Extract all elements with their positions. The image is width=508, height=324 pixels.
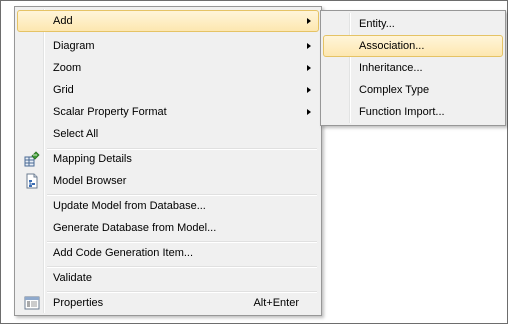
menu-item-generate-database-from-model[interactable]: Generate Database from Model... <box>17 217 319 239</box>
menu-item-select-all[interactable]: Select All <box>17 123 319 145</box>
submenu-arrow-icon <box>307 18 311 24</box>
menu-item-label: Validate <box>53 272 92 284</box>
submenu-arrow-icon <box>307 43 311 49</box>
menu-item-label: Scalar Property Format <box>53 106 167 118</box>
mapping-details-icon <box>24 151 40 167</box>
submenu-item-complex-type[interactable]: Complex Type <box>323 79 503 101</box>
menu-item-label: Properties <box>53 297 104 309</box>
submenu-item-association[interactable]: Association... <box>323 35 503 57</box>
submenu-arrow-icon <box>307 109 311 115</box>
menu-item-label: Grid <box>53 84 74 96</box>
properties-icon <box>24 295 40 311</box>
menu-item-validate[interactable]: Validate <box>17 267 319 289</box>
menu-item-label: Association... <box>359 40 425 52</box>
menu-item-label: Select All <box>53 128 99 140</box>
submenu-item-inheritance[interactable]: Inheritance... <box>323 57 503 79</box>
submenu-arrow-icon <box>307 65 311 71</box>
menu-item-add[interactable]: Add <box>17 10 319 32</box>
model-browser-icon <box>24 173 40 189</box>
menu-item-zoom[interactable]: Zoom <box>17 57 319 79</box>
menu-item-model-browser[interactable]: Model Browser <box>17 170 319 192</box>
menu-item-label: Function Import... <box>359 106 445 118</box>
menu-item-label: Diagram <box>53 40 95 52</box>
submenu-item-function-import[interactable]: Function Import... <box>323 101 503 123</box>
menu-item-label: Complex Type <box>359 84 430 96</box>
menu-item-label: Add Code Generation Item... <box>53 247 194 259</box>
menu-item-label: Update Model from Database... <box>53 200 206 212</box>
menu-item-grid[interactable]: Grid <box>17 79 319 101</box>
menu-item-add-code-generation-item[interactable]: Add Code Generation Item... <box>17 242 319 264</box>
menu-item-label: Add <box>53 15 73 27</box>
submenu-item-entity[interactable]: Entity... <box>323 13 503 35</box>
menu-item-properties[interactable]: Properties Alt+Enter <box>17 292 319 314</box>
menu-item-update-model-from-database[interactable]: Update Model from Database... <box>17 195 319 217</box>
menu-item-label: Entity... <box>359 18 395 30</box>
submenu-arrow-icon <box>307 87 311 93</box>
menu-item-shortcut: Alt+Enter <box>253 297 299 309</box>
menu-item-label: Inheritance... <box>359 62 423 74</box>
menu-item-mapping-details[interactable]: Mapping Details <box>17 148 319 170</box>
menu-item-label: Mapping Details <box>53 153 132 165</box>
context-menu: Add Diagram Zoom Grid Scalar Property Fo… <box>14 6 322 316</box>
menu-item-label: Zoom <box>53 62 82 74</box>
menu-item-scalar-property-format[interactable]: Scalar Property Format <box>17 101 319 123</box>
menu-item-label: Model Browser <box>53 175 127 187</box>
add-submenu: Entity... Association... Inheritance... … <box>320 10 506 126</box>
menu-item-diagram[interactable]: Diagram <box>17 35 319 57</box>
menu-item-label: Generate Database from Model... <box>53 222 217 234</box>
